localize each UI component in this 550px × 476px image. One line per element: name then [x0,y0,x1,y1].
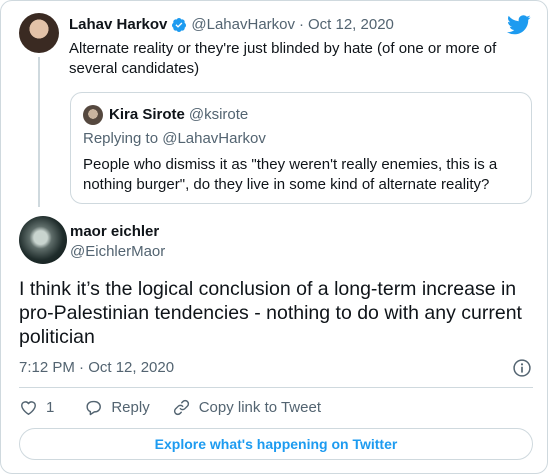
parent-tweet-date[interactable]: Oct 12, 2020 [308,16,394,33]
reply-bubble-icon [86,400,102,416]
quoted-tweet[interactable]: Kira Sirote @ksirote Replying to @LahavH… [70,92,532,204]
quote-author-handle: @ksirote [188,106,249,123]
header-separator: · [299,16,304,33]
parent-author-handle[interactable]: @LahavHarkov [191,16,295,33]
quote-tweet-header: Kira Sirote @ksirote [109,106,248,123]
verified-badge-icon [172,17,187,32]
quote-tweet-text: People who dismiss it as "they weren't r… [83,156,498,193]
embedded-tweet-card: Lahav Harkov @LahavHarkov · Oct 12, 2020… [0,0,548,474]
link-icon [173,399,189,416]
like-button[interactable]: 1 [19,398,54,417]
twitter-bird-icon[interactable] [507,15,531,35]
tweet-timestamp[interactable]: 7:12 PM · Oct 12, 2020 [19,359,174,376]
actions-divider [19,387,533,388]
quote-replying-to: Replying to @LahavHarkov [83,130,266,147]
copy-link-button[interactable]: Copy link to Tweet [172,398,321,417]
thread-connector-line [38,57,40,207]
maor-eichler-avatar[interactable] [19,216,67,264]
like-count: 1 [46,399,55,416]
main-tweet-text: I think it’s the logical conclusion of a… [19,278,522,348]
main-author-handle[interactable]: @EichlerMaor [70,243,165,260]
parent-tweet-header: Lahav Harkov @LahavHarkov · Oct 12, 2020 [69,16,394,33]
main-author-name[interactable]: maor eichler [70,223,159,240]
reply-button[interactable]: Reply [84,398,150,417]
parent-tweet-text: Alternate reality or they're just blinde… [69,40,497,77]
reply-label: Reply [111,399,150,416]
explore-twitter-button[interactable]: Explore what's happening on Twitter [19,428,533,460]
quote-author-name: Kira Sirote [109,106,185,123]
kira-sirote-avatar [83,105,103,125]
lahav-harkov-avatar[interactable] [19,13,59,53]
tweet-actions: 1 Reply Copy link to Tweet [19,398,321,417]
heart-icon [21,401,36,415]
copy-link-label: Copy link to Tweet [198,399,321,416]
info-icon[interactable] [512,358,532,378]
parent-author-name[interactable]: Lahav Harkov [69,16,167,33]
